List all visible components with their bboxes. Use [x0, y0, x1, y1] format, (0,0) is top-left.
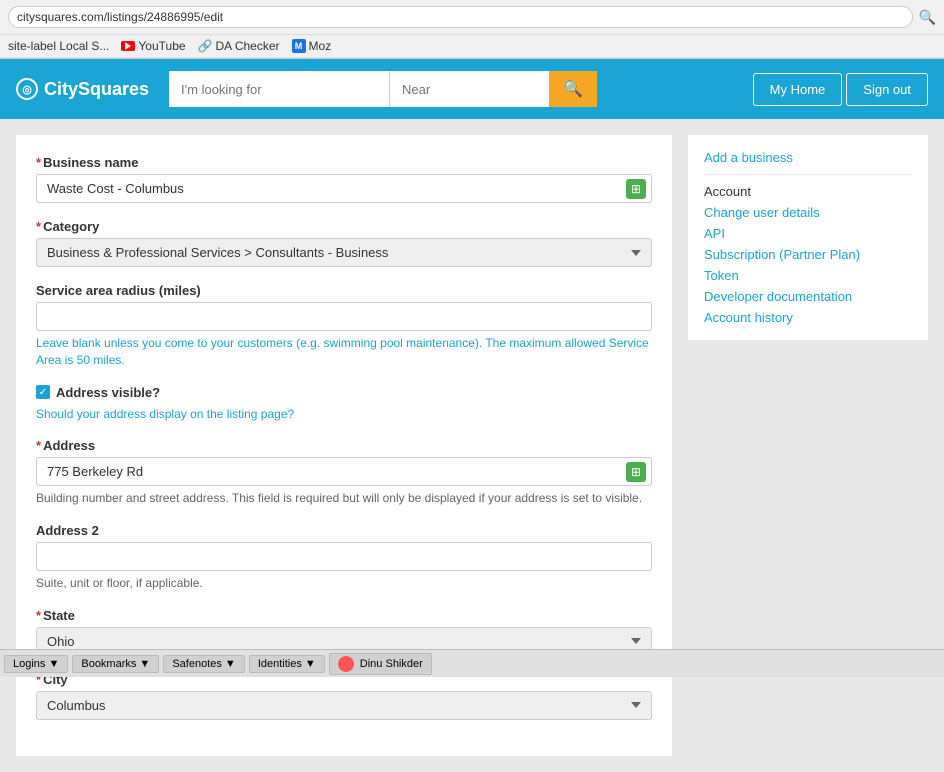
search-near-input[interactable] — [389, 71, 549, 107]
browser-chrome: 🔍 site-label Local S... YouTube 🔗 DA Che… — [0, 0, 944, 59]
bookmark-moz[interactable]: M Moz — [292, 39, 332, 53]
sidebar-item-change-user[interactable]: Change user details — [704, 202, 912, 223]
taskbar-logins-label: Logins ▼ — [13, 658, 59, 670]
required-star-address: * — [36, 438, 41, 453]
search-button[interactable]: 🔍 — [549, 71, 597, 107]
address2-group: Address 2 Suite, unit or floor, if appli… — [36, 523, 652, 592]
service-area-hint: Leave blank unless you come to your cust… — [36, 335, 652, 369]
sidebar-item-subscription[interactable]: Subscription (Partner Plan) — [704, 244, 912, 265]
business-name-input-wrapper — [36, 174, 652, 203]
address2-label: Address 2 — [36, 523, 652, 538]
bookmark-label: site-label Local S... — [8, 39, 109, 53]
search-looking-input[interactable] — [169, 71, 389, 107]
bookmark-youtube[interactable]: YouTube — [121, 39, 185, 53]
address-visible-group: Address visible? Should your address dis… — [36, 385, 652, 423]
required-star-state: * — [36, 608, 41, 623]
taskbar-bookmarks[interactable]: Bookmarks ▼ — [72, 655, 159, 673]
address-visible-checkbox-group: Address visible? — [36, 385, 652, 400]
business-name-label: *Business name — [36, 155, 652, 170]
address-addon-icon — [626, 462, 646, 482]
sidebar-item-account-history[interactable]: Account history — [704, 307, 912, 328]
sidebar-item-account: Account — [704, 181, 912, 202]
address-input[interactable] — [36, 457, 652, 486]
address-label: *Address — [36, 438, 652, 453]
category-select[interactable]: Business & Professional Services > Consu… — [36, 238, 652, 267]
required-star-category: * — [36, 219, 41, 234]
address2-input[interactable] — [36, 542, 652, 571]
taskbar-identities[interactable]: Identities ▼ — [249, 655, 325, 673]
logo-icon: ◎ — [16, 78, 38, 100]
taskbar-safenotes-label: Safenotes ▼ — [172, 658, 235, 670]
service-area-label: Service area radius (miles) — [36, 283, 652, 298]
state-label: *State — [36, 608, 652, 623]
taskbar-user-label: Dinu Shikder — [360, 658, 423, 670]
business-name-group: *Business name — [36, 155, 652, 203]
sign-out-button[interactable]: Sign out — [846, 73, 928, 106]
required-star: * — [36, 155, 41, 170]
taskbar-identities-label: Identities ▼ — [258, 658, 316, 670]
address2-hint: Suite, unit or floor, if applicable. — [36, 575, 652, 592]
logo-text: CitySquares — [44, 79, 149, 100]
sidebar-divider-1 — [704, 174, 912, 175]
address-visible-hint: Should your address display on the listi… — [36, 406, 652, 423]
logo-area[interactable]: ◎ CitySquares — [16, 78, 149, 100]
bookmark-da-checker[interactable]: 🔗 DA Checker — [198, 39, 280, 53]
taskbar-bookmarks-label: Bookmarks ▼ — [81, 658, 150, 670]
site-header: ◎ CitySquares 🔍 My Home Sign out — [0, 59, 944, 119]
category-group: *Category Business & Professional Servic… — [36, 219, 652, 267]
bookmarks-bar: site-label Local S... YouTube 🔗 DA Check… — [0, 35, 944, 58]
city-select[interactable]: Columbus — [36, 691, 652, 720]
category-label: *Category — [36, 219, 652, 234]
city-group: *City Columbus — [36, 672, 652, 720]
business-name-input[interactable] — [36, 174, 652, 203]
address-visible-checkbox[interactable] — [36, 385, 50, 399]
da-icon: 🔗 — [198, 39, 213, 53]
business-name-addon-icon — [626, 179, 646, 199]
address-input[interactable] — [8, 6, 913, 28]
sidebar-item-add-business[interactable]: Add a business — [704, 147, 912, 168]
my-home-button[interactable]: My Home — [753, 73, 843, 106]
taskbar: Logins ▼ Bookmarks ▼ Safenotes ▼ Identit… — [0, 649, 944, 677]
address-input-wrapper — [36, 457, 652, 486]
address-visible-label: Address visible? — [56, 385, 160, 400]
service-area-input[interactable] — [36, 302, 652, 331]
taskbar-safenotes[interactable]: Safenotes ▼ — [163, 655, 244, 673]
bookmark-moz-label: Moz — [309, 39, 332, 53]
sidebar-item-token[interactable]: Token — [704, 265, 912, 286]
header-actions: My Home Sign out — [753, 73, 928, 106]
sidebar-menu: Add a business Account Change user detai… — [688, 135, 928, 340]
search-form: 🔍 — [169, 71, 669, 107]
service-area-group: Service area radius (miles) Leave blank … — [36, 283, 652, 369]
youtube-icon — [121, 41, 135, 51]
taskbar-user[interactable]: Dinu Shikder — [329, 653, 432, 675]
taskbar-logins[interactable]: Logins ▼ — [4, 655, 68, 673]
moz-icon: M — [292, 39, 306, 53]
address-group: *Address Building number and street addr… — [36, 438, 652, 507]
bookmark-site-label[interactable]: site-label Local S... — [8, 39, 109, 53]
bookmark-youtube-label: YouTube — [138, 39, 185, 53]
sidebar-item-dev-docs[interactable]: Developer documentation — [704, 286, 912, 307]
address-hint: Building number and street address. This… — [36, 490, 652, 507]
sidebar-item-api[interactable]: API — [704, 223, 912, 244]
bookmark-da-label: DA Checker — [216, 39, 280, 53]
address-bar: 🔍 — [0, 0, 944, 35]
user-avatar — [338, 656, 354, 672]
magnifier-icon: 🔍 — [919, 9, 936, 26]
